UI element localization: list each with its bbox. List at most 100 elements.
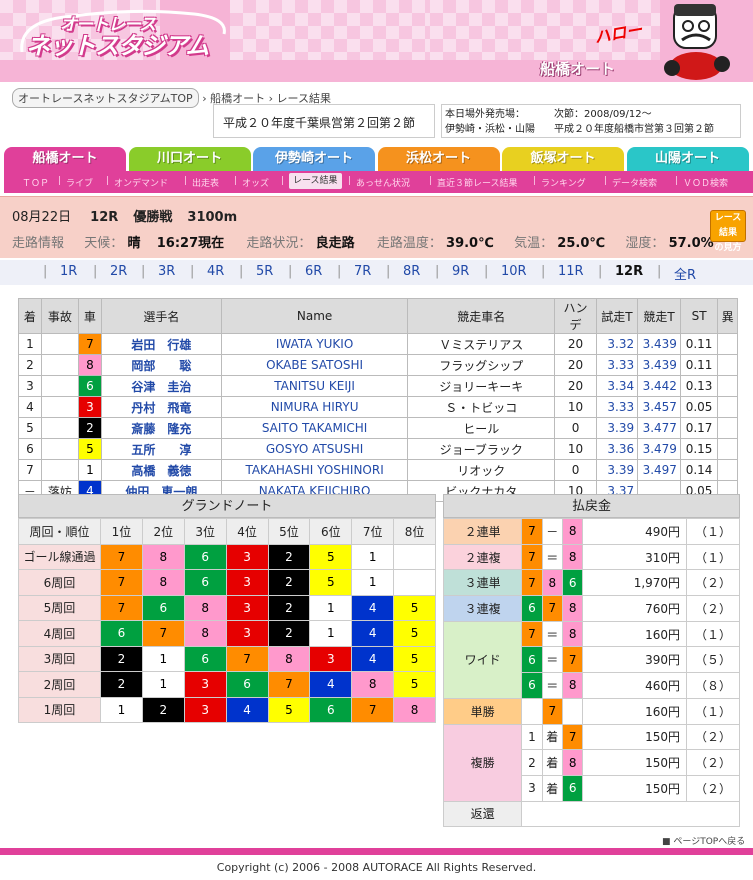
venue-tab[interactable]: 船橋オート bbox=[4, 147, 126, 171]
place-position: 1 bbox=[521, 723, 543, 751]
bike-name: ジョーブラック bbox=[407, 438, 556, 460]
handicap: 0 bbox=[554, 459, 597, 481]
rider-name-link[interactable]: 五所 淳 bbox=[100, 438, 222, 460]
position-car-cell: 3 bbox=[183, 671, 227, 698]
grand-note-column-header: 周回・順位 bbox=[18, 518, 101, 545]
venue-tab[interactable]: 伊勢崎オート bbox=[253, 147, 375, 171]
track-info-line: 走路情報 天候： 晴 16:27現在 走路状況： 良走路 走路温度： 39.0℃… bbox=[12, 232, 714, 251]
subnav-separator: | bbox=[604, 176, 608, 186]
trial-time: 3.39 bbox=[595, 459, 639, 481]
position-car-cell: 2 bbox=[267, 543, 311, 570]
accident bbox=[40, 438, 80, 460]
subnav-separator: | bbox=[184, 176, 188, 186]
subnav-item[interactable]: オンデマンド bbox=[114, 176, 168, 189]
site-logo-text[interactable]: オートレース ネットスタジアム bbox=[26, 16, 209, 58]
subnav-item[interactable]: ランキング bbox=[541, 176, 586, 189]
payout-amount: 390円 bbox=[582, 646, 688, 674]
finish-rank: 7 bbox=[18, 459, 42, 481]
popularity: （１） bbox=[686, 697, 740, 725]
position-car-cell: 4 bbox=[351, 620, 395, 647]
subnav-item[interactable]: データ検索 bbox=[612, 176, 657, 189]
venue-tab[interactable]: 川口オート bbox=[128, 147, 251, 171]
position-car-cell: 3 bbox=[225, 594, 269, 621]
result-header-row: 着事故車選手名 Name 競走車名 ハンデ 試走T 競走T ST 異 bbox=[18, 298, 738, 334]
race-title-line: 08月22日 12R 優勝戦 3100m bbox=[12, 206, 237, 225]
finish-rank: 6 bbox=[18, 438, 42, 460]
subnav-item[interactable]: レース結果 bbox=[289, 173, 342, 189]
subnav-item[interactable]: 直近３節レース結果 bbox=[437, 176, 518, 189]
venue-tab[interactable]: 浜松オート bbox=[377, 147, 500, 171]
rider-name-link[interactable]: 高橋 義徳 bbox=[100, 459, 222, 481]
grand-note-column-header: 7位 bbox=[351, 518, 395, 545]
subnav-item[interactable]: オッズ bbox=[242, 176, 269, 189]
popularity: （２） bbox=[686, 595, 740, 622]
position-car-cell: 8 bbox=[393, 696, 436, 723]
race-nav-link[interactable]: 6R bbox=[305, 264, 322, 279]
grand-note-table: 周回・順位 1位 2位 3位 4位 5位 6位 7位 8位 ゴール線通過 7 8 6 3 2 5 1 6周回 7 8… bbox=[18, 518, 436, 723]
grand-note-column-header: 2位 bbox=[141, 518, 185, 545]
race-nav-link[interactable]: 2R bbox=[110, 264, 127, 279]
payout-row: ３連複 6 7 8 760円 （２） bbox=[442, 595, 740, 622]
subnav-separator: | bbox=[533, 176, 537, 186]
page-top-text: ページTOPへ戻る bbox=[673, 837, 746, 847]
race-nav-link[interactable]: 8R bbox=[403, 264, 420, 279]
result-column-header: 着 bbox=[18, 298, 42, 334]
venue-tab[interactable]: 山陽オート bbox=[626, 147, 749, 171]
race-nav-link[interactable]: 4R bbox=[207, 264, 224, 279]
position-car-cell: 4 bbox=[225, 696, 269, 723]
race-nav-link[interactable]: 全R bbox=[674, 264, 696, 283]
race-nav-link[interactable]: 7R bbox=[354, 264, 371, 279]
result-column-header: 選手名 bbox=[100, 298, 222, 334]
abnormal bbox=[717, 354, 738, 376]
position-car-cell: 6 bbox=[183, 543, 227, 570]
payout-amount: 760円 bbox=[582, 595, 688, 622]
grand-note-row: 2周回 2 1 3 6 7 4 8 5 bbox=[18, 671, 436, 698]
rider-name-link[interactable]: 岩田 行雄 bbox=[100, 333, 222, 355]
rider-name-link[interactable]: 斎藤 隆充 bbox=[100, 417, 222, 439]
race-nav-separator: | bbox=[386, 264, 391, 279]
race-nav-link[interactable]: 9R bbox=[452, 264, 469, 279]
subnav-item[interactable]: あっせん状況 bbox=[356, 176, 410, 189]
race-nav-link[interactable]: 3R bbox=[158, 264, 175, 279]
race-nav-link[interactable]: 5R bbox=[256, 264, 273, 279]
result-guide-button[interactable]: レース結果 の見方 bbox=[710, 210, 746, 253]
subnav-item[interactable]: ＶＯＤ検索 bbox=[683, 176, 728, 189]
rider-name-link[interactable]: 丹村 飛竜 bbox=[100, 396, 222, 418]
breadcrumb-top-link[interactable]: オートレースネットスタジアムTOP bbox=[12, 88, 199, 108]
payout-blank bbox=[521, 697, 543, 725]
car-number: 3 bbox=[78, 396, 102, 418]
handicap: 10 bbox=[554, 438, 597, 460]
place-position: 3 bbox=[521, 774, 543, 802]
payout-car: 8 bbox=[561, 620, 584, 648]
rider-name-link[interactable]: 谷津 圭治 bbox=[100, 375, 222, 397]
abnormal bbox=[717, 459, 738, 481]
race-nav-separator: | bbox=[190, 264, 195, 279]
result-column-header: ST bbox=[679, 298, 719, 334]
venue-tab[interactable]: 飯塚オート bbox=[502, 147, 624, 171]
popularity: （８） bbox=[686, 672, 740, 699]
subnav-item[interactable]: ライブ bbox=[66, 176, 93, 189]
result-row: 6 5 五所 淳 GOSYO ATSUSHI ジョーブラック 10 3.36 3.479 0.1… bbox=[18, 438, 738, 460]
bet-type-place: 複勝 bbox=[442, 723, 523, 802]
race-nav-link[interactable]: 10R bbox=[501, 264, 527, 279]
page-top-link[interactable]: ■ ページTOPへ戻る bbox=[662, 834, 745, 847]
race-nav-link[interactable]: 11R bbox=[558, 264, 584, 279]
result-column-header: 競走車名 bbox=[407, 298, 556, 334]
payout-amount: 150円 bbox=[582, 774, 688, 802]
accident bbox=[40, 417, 80, 439]
race-time: 3.442 bbox=[637, 375, 681, 397]
trial-time: 3.32 bbox=[595, 333, 639, 355]
race-nav-link[interactable]: 1R bbox=[60, 264, 77, 279]
payout-car: 8 bbox=[561, 595, 584, 622]
rider-name-link[interactable]: 岡部 聡 bbox=[100, 354, 222, 376]
track-info-label: 走路情報 bbox=[12, 236, 65, 251]
rider-roman-name: IWATA YUKIO bbox=[220, 333, 409, 355]
subnav-item[interactable]: 出走表 bbox=[192, 176, 219, 189]
subnav-item[interactable]: ＴＯＰ bbox=[22, 176, 49, 189]
position-car-cell: 5 bbox=[309, 569, 353, 596]
venue-tabs: 船橋オート 川口オート 伊勢崎オート 浜松オート 飯塚オート 山陽オート bbox=[4, 147, 753, 171]
rider-roman-name: OKABE SATOSHI bbox=[220, 354, 409, 376]
surface-value: 良走路 bbox=[315, 236, 355, 251]
trial-time: 3.33 bbox=[595, 354, 639, 376]
copyright-text: Copyright (c) 2006 - 2008 AUTORACE All R… bbox=[216, 861, 537, 874]
